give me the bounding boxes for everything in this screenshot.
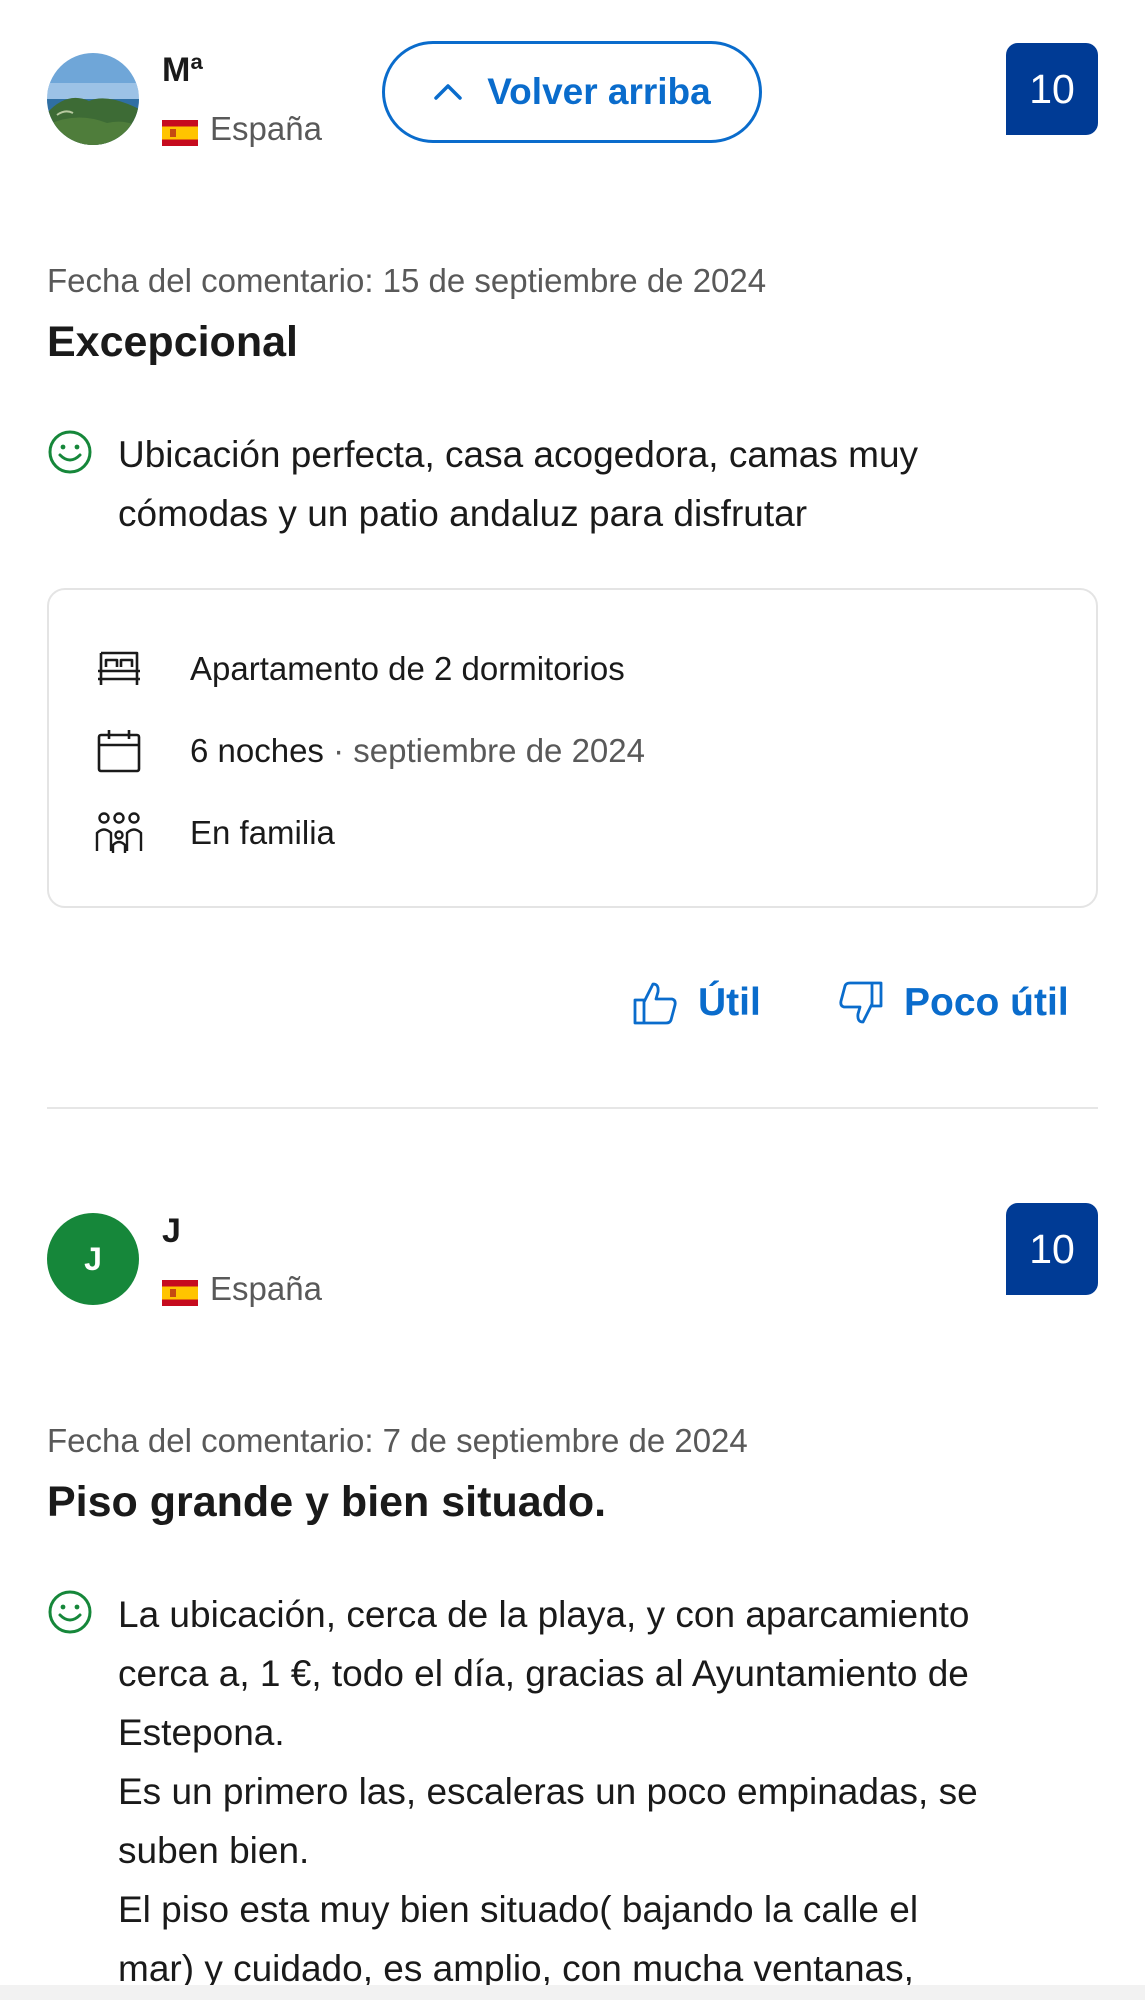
spain-flag-icon (162, 1276, 198, 1306)
positive-line: Es un primero las, escaleras un poco emp… (118, 1771, 978, 1812)
positive-line: La ubicación, cerca de la playa, y con a… (118, 1594, 970, 1635)
country-name: España (210, 1270, 322, 1307)
stay-dates: 6 noches · septiembre de 2024 (94, 726, 645, 776)
back-to-top-button[interactable]: Volver arriba (382, 41, 762, 143)
chevron-up-icon (434, 84, 462, 100)
bed-icon (94, 644, 144, 694)
room-type: Apartamento de 2 dormitorios (190, 650, 625, 687)
reviewer-name: J (162, 1212, 181, 1250)
review-score: 10 (1006, 43, 1098, 135)
reviewer-avatar (47, 53, 139, 145)
review-date: Fecha del comentario: 15 de septiembre d… (47, 262, 767, 299)
positive-line: El piso esta muy bien situado( bajando l… (118, 1889, 919, 1930)
not-helpful-label: Poco útil (904, 981, 1069, 1024)
back-to-top-label: Volver arriba (487, 71, 711, 112)
smile-icon (48, 1590, 92, 1634)
review-title: Piso grande y bien situado. (47, 1478, 607, 1526)
traveler-type: En familia (190, 814, 335, 851)
bottom-fade (0, 1985, 1145, 2000)
calendar-icon (94, 726, 144, 776)
review-score: 10 (1006, 1203, 1098, 1295)
stay-details: Apartamento de 2 dormitorios 6 noches · … (47, 588, 1098, 908)
positive-line: cómodas y un patio andaluz para disfruta… (118, 493, 808, 534)
review-positive: La ubicación, cerca de la playa, y con a… (47, 1585, 978, 1998)
smile-icon (48, 430, 92, 474)
thumbs-up-icon (633, 982, 677, 1025)
separator: · (333, 732, 345, 769)
positive-line: Ubicación perfecta, casa acogedora, cama… (118, 434, 919, 475)
not-helpful-button[interactable]: Poco útil (838, 980, 1069, 1026)
country-name: España (210, 110, 322, 147)
positive-line: Estepona. (118, 1712, 285, 1753)
reviewer-country: España (162, 110, 322, 148)
family-icon (94, 808, 144, 858)
stay-month: septiembre de 2024 (353, 732, 645, 769)
spain-flag-icon (162, 116, 198, 146)
review-title: Excepcional (47, 318, 298, 366)
positive-line: suben bien. (118, 1830, 310, 1871)
thumbs-down-icon (839, 981, 883, 1024)
positive-line: cerca a, 1 €, todo el día, gracias al Ay… (118, 1653, 969, 1694)
reviewer-name: Mª (162, 51, 203, 89)
helpful-button[interactable]: Útil (632, 980, 761, 1026)
review-divider (47, 1107, 1098, 1109)
reviewer-country: España (162, 1270, 322, 1308)
review-positive: Ubicación perfecta, casa acogedora, cama… (47, 425, 918, 543)
review-date: Fecha del comentario: 7 de septiembre de… (47, 1422, 748, 1459)
reviewer-avatar: J (47, 1213, 139, 1305)
stay-traveler-type: En familia (94, 808, 335, 858)
nights: 6 noches (190, 732, 324, 769)
stay-room: Apartamento de 2 dormitorios (94, 644, 625, 694)
helpful-label: Útil (698, 981, 761, 1024)
